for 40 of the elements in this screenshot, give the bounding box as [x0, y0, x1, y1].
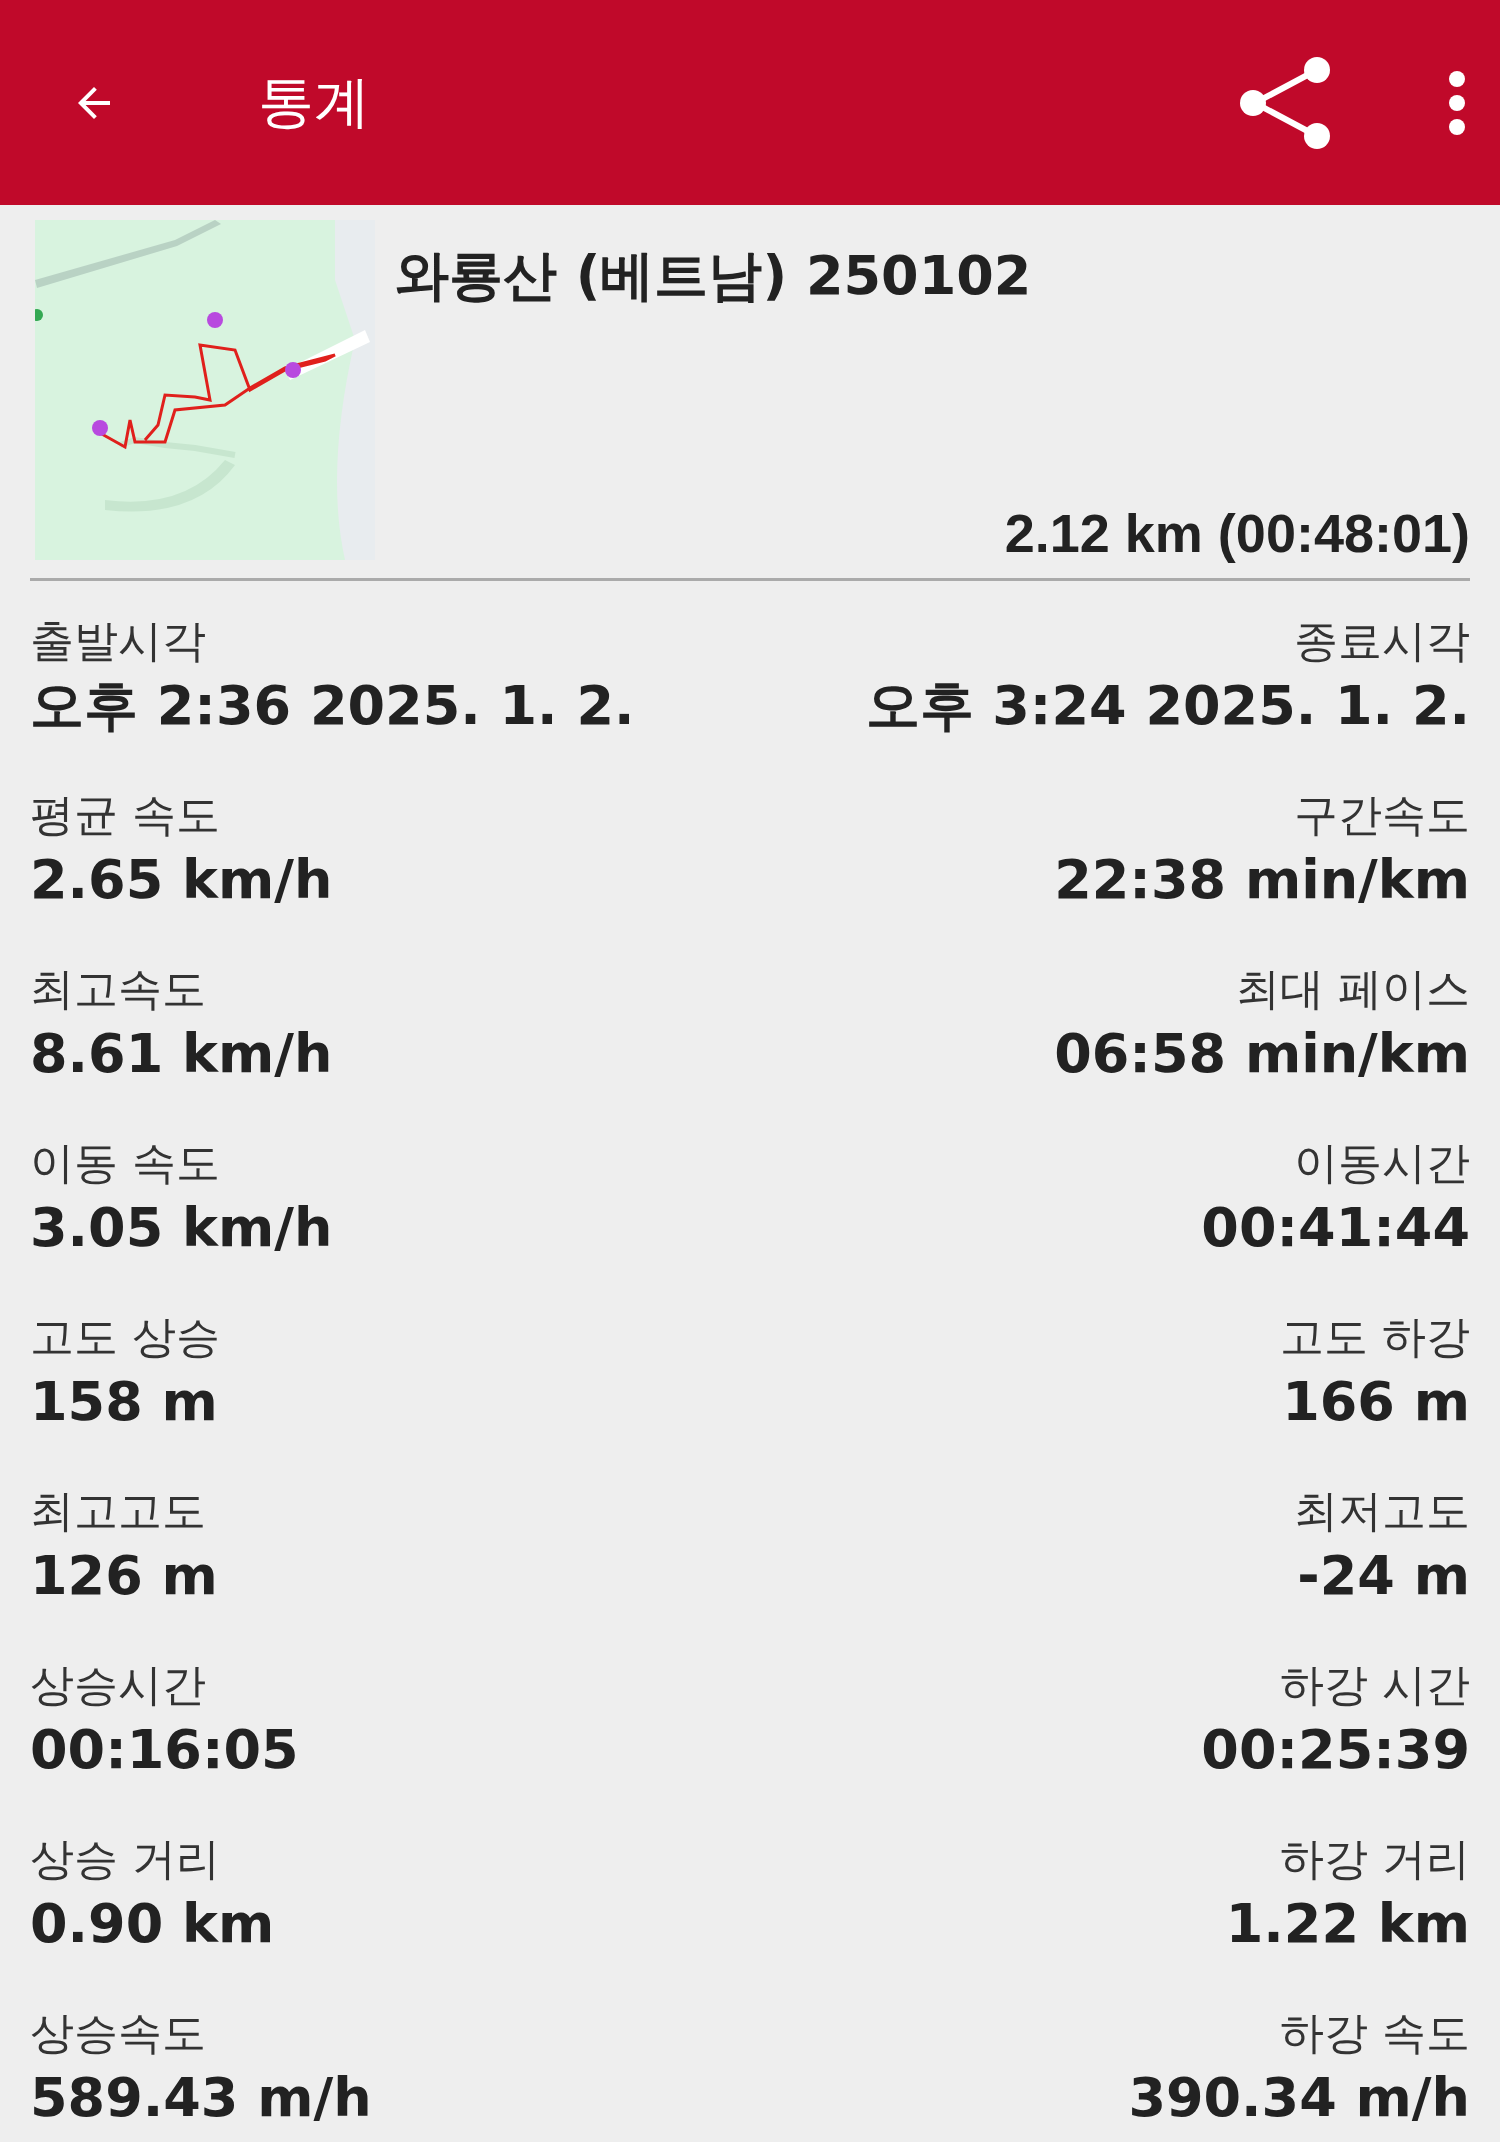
stat-value: 06:58 min/km	[1054, 1021, 1470, 1087]
stat-value: 166 m	[1282, 1369, 1470, 1435]
stat-label: 최대 페이스	[1236, 962, 1470, 1016]
stat-label: 하강 거리	[1280, 1832, 1470, 1886]
stat-value: 0.90 km	[30, 1891, 276, 1957]
stat-value: 126 m	[30, 1543, 219, 1609]
stat-label: 이동 속도	[30, 1136, 221, 1190]
track-summary: 2.12 km (00:48:01)	[1003, 502, 1470, 564]
stat-label: 상승속도	[30, 2006, 207, 2060]
stat-value: 오후 2:36 2025. 1. 2.	[30, 673, 636, 739]
stat-value: 22:38 min/km	[1054, 847, 1470, 913]
stat-label: 상승시간	[30, 1658, 207, 1712]
stat-label: 평균 속도	[30, 788, 221, 842]
stat-label: 상승 거리	[30, 1832, 221, 1886]
stat-value: 00:16:05	[30, 1717, 300, 1783]
screen-title: 통계	[258, 67, 370, 136]
stat-label: 고도 하강	[1280, 1310, 1470, 1364]
stat-value: 8.61 km/h	[30, 1021, 334, 1087]
stat-value: 3.05 km/h	[30, 1195, 334, 1261]
stat-label: 출발시각	[30, 614, 207, 668]
stat-label: 하강 속도	[1280, 2006, 1470, 2060]
stat-label: 최저고도	[1294, 1484, 1470, 1538]
stat-value: 1.22 km	[1225, 1891, 1470, 1957]
stat-value: 589.43 m/h	[30, 2065, 373, 2131]
stat-label: 하강 시간	[1280, 1658, 1470, 1712]
stat-label: 고도 상승	[30, 1310, 221, 1364]
stat-value: 오후 3:24 2025. 1. 2.	[865, 673, 1470, 739]
stat-value: 390.34 m/h	[1128, 2065, 1470, 2131]
stat-label: 종료시각	[1294, 614, 1470, 668]
stat-value: 00:41:44	[1201, 1195, 1470, 1261]
stat-label: 구간속도	[1294, 788, 1470, 842]
stat-value: -24 m	[1297, 1543, 1470, 1609]
stat-label: 최고고도	[30, 1484, 207, 1538]
stat-label: 이동시간	[1294, 1136, 1470, 1190]
stat-value: 2.65 km/h	[30, 847, 334, 913]
more-icon[interactable]	[1447, 70, 1467, 135]
track-name: 와룡산 (베트남) 250102	[395, 243, 1033, 309]
stat-value: 00:25:39	[1201, 1717, 1470, 1783]
stat-label: 최고속도	[30, 962, 207, 1016]
stat-value: 158 m	[30, 1369, 219, 1435]
